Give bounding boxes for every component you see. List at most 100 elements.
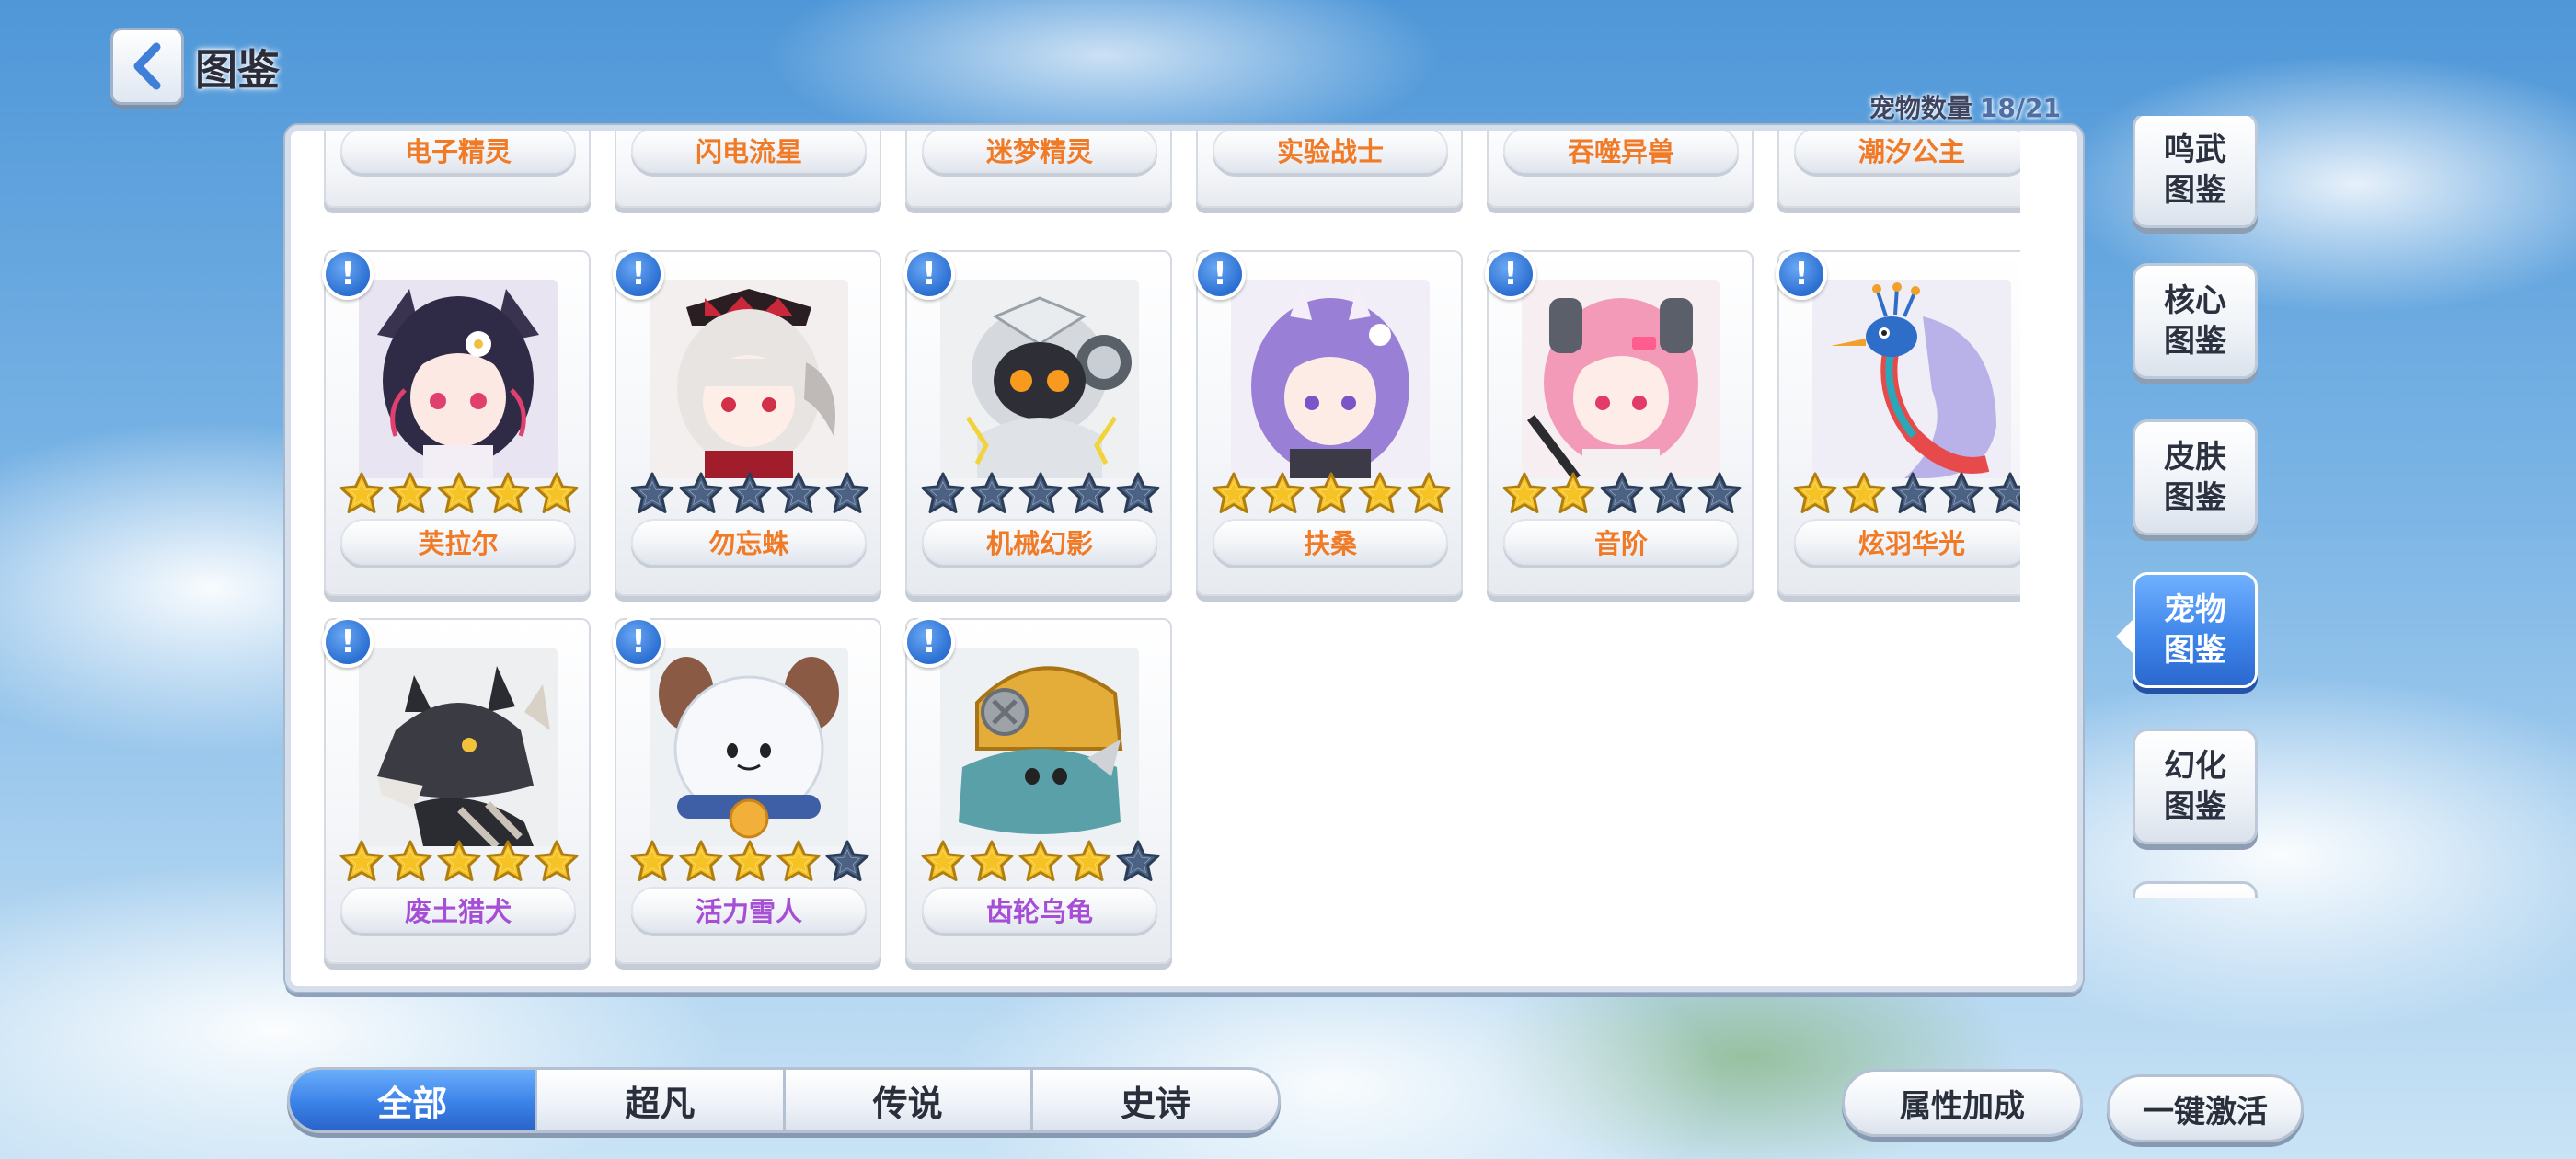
filter-tab-legendary[interactable]: 传说 (782, 1070, 1030, 1130)
star-rating (920, 471, 1161, 519)
star-rating (629, 839, 870, 887)
pet-row: ! 废土猎犬 ! 活力雪人 ! 齿轮乌龟 (309, 616, 2020, 986)
pet-card[interactable]: 闪电流星 (615, 131, 881, 208)
star-filled-icon (969, 839, 1015, 885)
tab-mingwu-collection[interactable]: 鸣武 图鉴 (2133, 116, 2258, 228)
filter-tab-all[interactable]: 全部 (290, 1070, 535, 1130)
alert-icon[interactable]: ! (1485, 248, 1536, 300)
star-rating (1792, 471, 2020, 519)
alert-icon[interactable]: ! (903, 248, 955, 300)
pet-card[interactable]: ! 炫羽华光 (1776, 248, 2020, 596)
pet-card[interactable]: 潮汐公主 (1777, 131, 2020, 208)
tab-transform-collection[interactable]: 幻化 图鉴 (2133, 729, 2258, 844)
pet-card[interactable]: 实验战士 (1196, 131, 1463, 208)
star-empty-icon (824, 471, 870, 517)
star-rating (339, 839, 580, 887)
star-filled-icon (485, 471, 531, 517)
star-empty-icon (776, 471, 822, 517)
pet-name: 活力雪人 (631, 887, 867, 933)
star-empty-icon (629, 471, 675, 517)
rarity-filter-tabs: 全部 超凡 传说 史诗 (287, 1067, 1281, 1133)
active-tab-pointer (2116, 618, 2134, 655)
star-filled-icon (1211, 471, 1257, 517)
star-empty-icon (969, 471, 1015, 517)
filter-tab-epic[interactable]: 史诗 (1029, 1070, 1278, 1130)
star-filled-icon (1550, 471, 1596, 517)
pet-portrait-gear-turtle-icon (940, 648, 1139, 846)
pet-name: 齿轮乌龟 (922, 887, 1157, 933)
pet-grid[interactable]: 电子精灵 闪电流星 迷梦精灵 实验战士 吞噬异兽 潮汐公主 ! 芙拉尔 ! 勿忘… (309, 131, 2020, 986)
pet-name: 机械幻影 (922, 519, 1157, 565)
filter-tab-transcendent[interactable]: 超凡 (535, 1070, 783, 1130)
star-filled-icon (1066, 839, 1112, 885)
star-empty-icon (1115, 471, 1161, 517)
star-filled-icon (534, 471, 580, 517)
pet-card[interactable]: ! 扶桑 (1194, 248, 1463, 596)
pet-card[interactable]: ! 废土猎犬 (322, 616, 591, 964)
pet-portrait-wolf-icon (359, 648, 558, 846)
star-filled-icon (1841, 471, 1887, 517)
star-filled-icon (1501, 471, 1547, 517)
pet-name: 电子精灵 (340, 131, 576, 173)
star-filled-icon (727, 839, 773, 885)
pet-name: 炫羽华光 (1794, 519, 2020, 565)
star-rating (920, 839, 1161, 887)
pet-portrait-robot-icon (940, 280, 1139, 478)
pet-card[interactable]: 电子精灵 (324, 131, 591, 208)
tab-core-collection[interactable]: 核心 图鉴 (2133, 263, 2258, 379)
tab-pet-collection[interactable]: 宠物 图鉴 (2133, 572, 2258, 688)
back-button[interactable] (110, 28, 184, 105)
star-filled-icon (485, 839, 531, 885)
pet-card[interactable]: 吞噬异兽 (1487, 131, 1754, 208)
alert-icon[interactable]: ! (322, 616, 374, 668)
star-empty-icon (678, 471, 724, 517)
pet-card[interactable]: ! 机械幻影 (903, 248, 1172, 596)
pet-count: 宠物数量 18/21 (1840, 88, 2061, 125)
pet-name: 实验战士 (1213, 131, 1448, 173)
star-rating (1211, 471, 1452, 519)
pet-row: ! 芙拉尔 ! 勿忘蛛 ! 机械幻影 ! 扶桑 ! 音阶 ! 炫羽华光 (309, 248, 2020, 618)
star-filled-icon (1259, 471, 1305, 517)
star-rating (629, 471, 870, 519)
star-filled-icon (1308, 471, 1354, 517)
star-empty-icon (1938, 471, 1984, 517)
alert-icon[interactable]: ! (613, 248, 664, 300)
alert-icon[interactable]: ! (1776, 248, 1827, 300)
star-filled-icon (1792, 471, 1838, 517)
tab-skin-collection[interactable]: 皮肤 图鉴 (2133, 419, 2258, 535)
star-filled-icon (339, 839, 385, 885)
pet-count-value: 18/21 (1979, 93, 2061, 123)
star-filled-icon (629, 839, 675, 885)
collection-category-tabs: 鸣武 图鉴 核心 图鉴 皮肤 图鉴 宠物 图鉴 幻化 图鉴 (2127, 116, 2265, 898)
star-empty-icon (1648, 471, 1694, 517)
star-filled-icon (387, 839, 433, 885)
alert-icon[interactable]: ! (903, 616, 955, 668)
pet-card[interactable]: ! 齿轮乌龟 (903, 616, 1172, 964)
star-empty-icon (1115, 839, 1161, 885)
alert-icon[interactable]: ! (322, 248, 374, 300)
pet-portrait-white-hair-girl-icon (650, 280, 848, 478)
pet-count-label: 宠物数量 (1869, 93, 1972, 123)
star-empty-icon (1696, 471, 1742, 517)
pet-name: 勿忘蛛 (631, 519, 867, 565)
star-empty-icon (1599, 471, 1645, 517)
pet-card[interactable]: ! 活力雪人 (613, 616, 881, 964)
pet-card[interactable]: ! 芙拉尔 (322, 248, 591, 596)
star-empty-icon (920, 471, 966, 517)
alert-icon[interactable]: ! (613, 616, 664, 668)
pet-name: 潮汐公主 (1794, 131, 2020, 173)
pet-collection-panel: 电子精灵 闪电流星 迷梦精灵 实验战士 吞噬异兽 潮汐公主 ! 芙拉尔 ! 勿忘… (285, 125, 2083, 992)
tab-next-collection[interactable] (2133, 881, 2258, 898)
pet-card[interactable]: ! 勿忘蛛 (613, 248, 881, 596)
star-empty-icon (727, 471, 773, 517)
attribute-bonus-button[interactable]: 属性加成 (1842, 1069, 2083, 1137)
star-filled-icon (776, 839, 822, 885)
pet-name: 音阶 (1503, 519, 1739, 565)
pet-portrait-pink-hair-girl-icon (1522, 280, 1720, 478)
one-click-activate-button[interactable]: 一键激活 (2107, 1074, 2304, 1142)
pet-card[interactable]: 迷梦精灵 (905, 131, 1172, 208)
star-rating (1501, 471, 1742, 519)
alert-icon[interactable]: ! (1194, 248, 1246, 300)
pet-card[interactable]: ! 音阶 (1485, 248, 1754, 596)
pet-name: 扶桑 (1213, 519, 1448, 565)
